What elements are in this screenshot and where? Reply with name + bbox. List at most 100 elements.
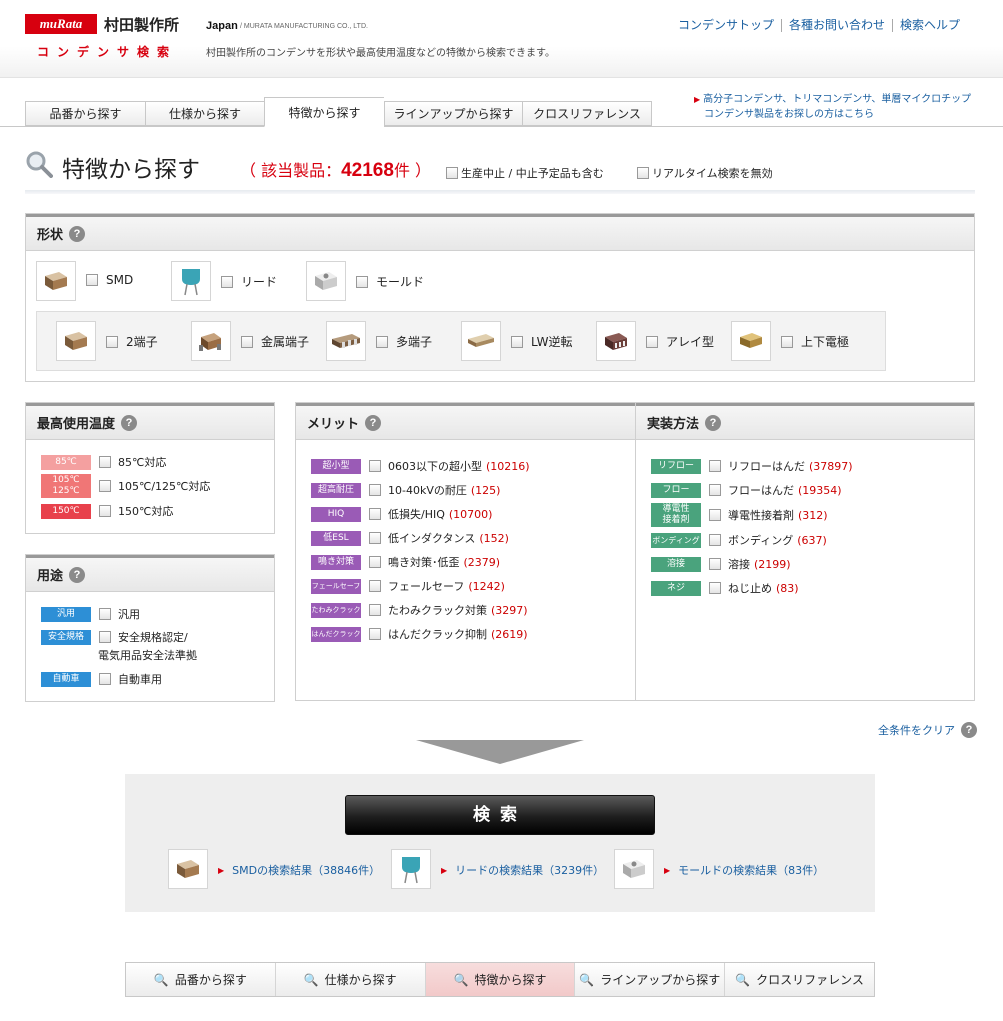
subtype-array[interactable]: アレイ型 bbox=[646, 333, 714, 350]
link-search-help[interactable]: 検索ヘルプ bbox=[891, 19, 967, 32]
result-count: （ 該当製品：42168件 ） bbox=[240, 160, 432, 181]
murata-logo[interactable]: muRata bbox=[25, 14, 97, 34]
help-icon[interactable]: ? bbox=[69, 225, 86, 242]
tab-cross-reference[interactable]: クロスリファレンス bbox=[522, 101, 652, 126]
merit-checkbox[interactable] bbox=[369, 508, 381, 520]
bottom-nav-part-number[interactable]: 🔍 品番から探す bbox=[126, 963, 276, 996]
mount-option[interactable]: ネジ ねじ止め (83) bbox=[651, 576, 853, 600]
subtype-two-terminal[interactable]: 2端子 bbox=[106, 333, 158, 350]
bottom-nav-lineup[interactable]: 🔍 ラインアップから探す bbox=[575, 963, 726, 996]
use-automotive-checkbox[interactable] bbox=[99, 673, 111, 685]
merit-checkbox[interactable] bbox=[369, 460, 381, 472]
mount-checkbox[interactable] bbox=[709, 484, 721, 496]
mount-option[interactable]: 導電性 接着剤 導電性接着剤 (312) bbox=[651, 502, 853, 528]
other-products-notice[interactable]: ▶ 高分子コンデンサ、トリマコンデンサ、単層マイクロチップ コンデンサ製品をお探し… bbox=[694, 92, 971, 122]
merit-option[interactable]: フェールセーフ フェールセーフ (1242) bbox=[311, 574, 530, 598]
temp-150-checkbox[interactable] bbox=[99, 505, 111, 517]
subtype-metal-terminal[interactable]: 金属端子 bbox=[241, 333, 309, 350]
mount-checkbox[interactable] bbox=[709, 558, 721, 570]
smd-result-link[interactable]: ▶ SMDの検索結果（38846件） bbox=[218, 862, 380, 878]
search-button[interactable]: 検索 bbox=[345, 795, 655, 835]
bottom-nav-feature[interactable]: 🔍 特徴から探す bbox=[425, 963, 576, 996]
mount-option[interactable]: ボンディング ボンディング (637) bbox=[651, 528, 853, 552]
help-icon[interactable]: ? bbox=[365, 414, 382, 431]
mount-option[interactable]: 溶接 溶接 (2199) bbox=[651, 552, 853, 576]
merit-checkbox[interactable] bbox=[369, 556, 381, 568]
merit-option[interactable]: 超高耐圧 10-40kVの耐圧 (125) bbox=[311, 478, 530, 502]
merit-option[interactable]: 低ESL 低インダクタンス (152) bbox=[311, 526, 530, 550]
mold-checkbox[interactable] bbox=[356, 275, 368, 288]
merit-option[interactable]: はんだクラック はんだクラック抑制 (2619) bbox=[311, 622, 530, 646]
multi-terminal-checkbox[interactable] bbox=[376, 335, 388, 348]
temp-85-checkbox[interactable] bbox=[99, 456, 111, 468]
subtype-top-bottom-electrode[interactable]: 上下電極 bbox=[781, 333, 849, 350]
mount-checkbox[interactable] bbox=[709, 534, 721, 546]
link-capacitor-top[interactable]: コンデンサトップ bbox=[671, 19, 781, 32]
smd-checkbox[interactable] bbox=[86, 274, 98, 286]
region-label: Japan bbox=[206, 20, 238, 32]
search-icon: 🔍 bbox=[303, 972, 319, 987]
merit-option[interactable]: HIQ 低損失/HIQ (10700) bbox=[311, 502, 530, 526]
metal-terminal-checkbox[interactable] bbox=[241, 335, 253, 348]
site-subtitle: コンデンサ検索 bbox=[37, 45, 178, 59]
link-contact[interactable]: 各種お問い合わせ bbox=[780, 19, 892, 32]
merit-checkbox[interactable] bbox=[369, 484, 381, 496]
lw-reverse-checkbox[interactable] bbox=[511, 335, 523, 348]
tab-part-number[interactable]: 品番から探す bbox=[25, 101, 145, 126]
help-icon[interactable]: ? bbox=[121, 414, 138, 431]
site-description: 村田製作所のコンデンサを形状や最高使用温度などの特徴から検索できます。 bbox=[206, 48, 555, 59]
subtype-multi-terminal[interactable]: 多端子 bbox=[376, 333, 432, 350]
disable-realtime-checkbox[interactable] bbox=[637, 167, 649, 179]
use-automotive-option[interactable]: 自動車 自動車用 bbox=[41, 671, 162, 687]
use-safety-option[interactable]: 安全規格 安全規格認定/ bbox=[41, 629, 188, 645]
clear-all-link[interactable]: 全条件をクリア ? bbox=[878, 722, 977, 738]
shape-lead-option[interactable]: リード bbox=[221, 273, 277, 290]
array-checkbox[interactable] bbox=[646, 335, 658, 348]
merit-option[interactable]: 超小型 0603以下の超小型 (10216) bbox=[311, 454, 530, 478]
mount-option[interactable]: フロー フローはんだ (19354) bbox=[651, 478, 853, 502]
use-panel-header: 用途 ? bbox=[26, 555, 274, 592]
use-general-option[interactable]: 汎用 汎用 bbox=[41, 606, 140, 622]
merit-checkbox[interactable] bbox=[369, 532, 381, 544]
temp-150-option[interactable]: 150℃ 150℃対応 bbox=[41, 503, 173, 519]
main-tabs: 品番から探す 仕様から探す 特徴から探す ラインアップから探す クロスリファレン… bbox=[25, 97, 652, 127]
shape-panel-header: 形状 ? bbox=[26, 214, 974, 251]
subtype-lw-reverse[interactable]: LW逆転 bbox=[511, 333, 572, 350]
lead-result-link[interactable]: ▶ リードの検索結果（3239件） bbox=[441, 862, 604, 878]
include-discontinued-option[interactable]: 生産中止 / 中止予定品も含む bbox=[446, 165, 604, 181]
merit-checkbox[interactable] bbox=[369, 628, 381, 640]
lead-capacitor-icon bbox=[402, 857, 420, 884]
two-terminal-checkbox[interactable] bbox=[106, 335, 118, 348]
mounting-panel-header: 実装方法 ? bbox=[636, 403, 974, 440]
bottom-nav-spec[interactable]: 🔍 仕様から探す bbox=[275, 963, 426, 996]
temp-85-option[interactable]: 85℃ 85℃対応 bbox=[41, 454, 166, 470]
tab-lineup[interactable]: ラインアップから探す bbox=[384, 101, 522, 126]
mount-checkbox[interactable] bbox=[709, 509, 721, 521]
mount-option[interactable]: リフロー リフローはんだ (37897) bbox=[651, 454, 853, 478]
temp-105-125-option[interactable]: 105℃ 125℃ 105℃/125℃対応 bbox=[41, 474, 210, 498]
use-safety-checkbox[interactable] bbox=[99, 631, 111, 643]
array-thumbnail bbox=[596, 321, 636, 361]
help-icon[interactable]: ? bbox=[961, 722, 977, 738]
include-discontinued-checkbox[interactable] bbox=[446, 167, 458, 179]
shape-smd-option[interactable]: SMD bbox=[86, 273, 133, 287]
merit-option[interactable]: 鳴き対策 鳴き対策･低歪 (2379) bbox=[311, 550, 530, 574]
tab-spec[interactable]: 仕様から探す bbox=[145, 101, 264, 126]
merit-checkbox[interactable] bbox=[369, 604, 381, 616]
mold-result-link[interactable]: ▶ モールドの検索結果（83件） bbox=[664, 862, 824, 878]
bottom-nav-cross-reference[interactable]: 🔍 クロスリファレンス bbox=[725, 963, 874, 996]
lead-checkbox[interactable] bbox=[221, 275, 233, 288]
temp-105-125-checkbox[interactable] bbox=[99, 480, 111, 492]
merit-checkbox[interactable] bbox=[369, 580, 381, 592]
disable-realtime-option[interactable]: リアルタイム検索を無効 bbox=[637, 165, 773, 181]
tab-feature[interactable]: 特徴から探す bbox=[264, 97, 384, 127]
mount-checkbox[interactable] bbox=[709, 460, 721, 472]
shape-mold-option[interactable]: モールド bbox=[356, 273, 424, 290]
help-icon[interactable]: ? bbox=[705, 414, 722, 431]
mount-checkbox[interactable] bbox=[709, 582, 721, 594]
help-icon[interactable]: ? bbox=[69, 566, 86, 583]
merit-option[interactable]: たわみクラック たわみクラック対策 (3297) bbox=[311, 598, 530, 622]
top-bottom-electrode-checkbox[interactable] bbox=[781, 335, 793, 348]
use-general-checkbox[interactable] bbox=[99, 608, 111, 620]
use-safety-badge: 安全規格 bbox=[41, 629, 91, 645]
